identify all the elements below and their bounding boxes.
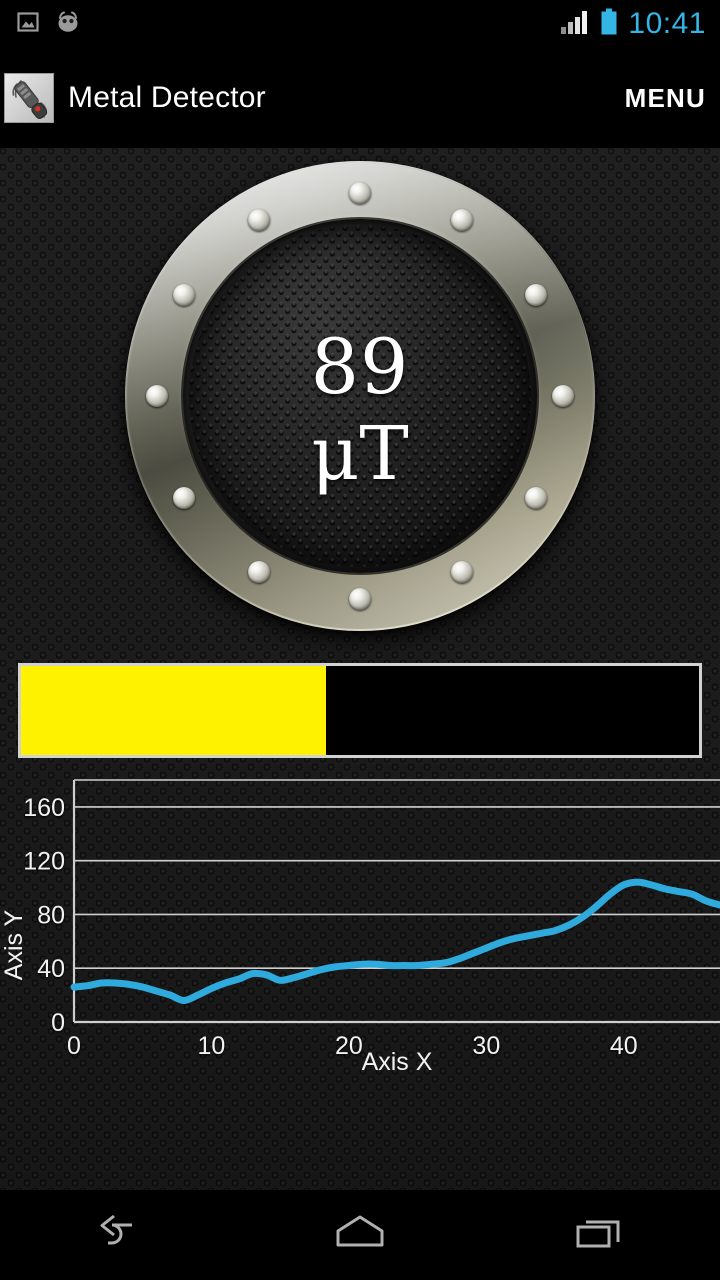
gauge-rivet [450,209,473,232]
chart-x-axis-label: Axis X [362,1048,433,1076]
signal-level-bar-fill [21,666,327,755]
magnetic-field-chart[interactable]: 0 40 80 120 160 0 10 20 30 40 Axis Y Axis X [0,770,720,1100]
home-icon[interactable] [285,1190,435,1280]
gauge-rivet [349,182,371,204]
menu-button[interactable]: MENU [625,83,720,114]
back-icon[interactable] [45,1190,195,1280]
screenshot-icon [16,10,40,39]
chart-x-tick-label: 10 [198,1032,226,1060]
chart-y-tick-label: 40 [37,955,65,983]
gauge-unit: μT [311,411,409,498]
gauge-rivet [173,283,196,306]
gauge-face: 89 μT [189,225,531,567]
android-bugdroid-icon [54,11,82,38]
status-bar-right-icons: 10:41 [560,7,720,41]
signal-level-bar [18,663,702,758]
chart-axes [72,779,720,1024]
chart-x-tick-label: 0 [67,1032,81,1060]
chart-y-axis-label: Axis Y [0,909,28,980]
status-bar-clock: 10:41 [628,7,706,40]
chart-gridlines [74,806,720,1023]
gauge-value: 89 [310,321,410,411]
gauge-rivet [247,209,270,232]
gauge-rivet [146,385,168,407]
chart-y-tick-labels: 0 40 80 120 160 [23,794,65,1037]
chart-y-tick-label: 0 [51,1009,65,1037]
page-title: Metal Detector [68,81,266,114]
battery-icon [600,8,618,41]
gauge-rivet [247,560,270,583]
chart-x-tick-label: 40 [610,1032,638,1060]
status-bar[interactable]: 10:41 [0,0,720,48]
action-bar: Metal Detector MENU [0,48,720,148]
magnetic-field-gauge: 89 μT [125,161,595,631]
android-navigation-bar [0,1190,720,1280]
chart-series-line [70,878,720,1004]
chart-x-tick-label: 30 [472,1032,500,1060]
gauge-rivet [552,385,574,407]
gauge-rivet [173,486,196,509]
recents-icon[interactable] [525,1190,675,1280]
chart-y-tick-label: 120 [23,848,65,876]
gauge-rivet [524,283,547,306]
gauge-rivet [349,588,371,610]
status-bar-left-icons [0,10,82,39]
main-content: 89 μT 0 40 80 120 160 0 10 20 30 40 Axis Y Axis … [0,148,720,1190]
chart-canvas: 0 40 80 120 160 0 10 20 30 40 Axis Y Axis X [0,779,720,1076]
cellular-signal-icon [560,9,590,40]
chart-y-tick-label: 80 [37,901,65,929]
chart-x-tick-label: 20 [335,1032,363,1060]
gauge-rivet [450,560,473,583]
gauge-rivet [524,486,547,509]
chart-x-tick-labels: 0 10 20 30 40 [67,1032,638,1060]
metal-detector-wand-icon[interactable] [4,73,54,123]
chart-y-tick-label: 160 [23,794,65,822]
